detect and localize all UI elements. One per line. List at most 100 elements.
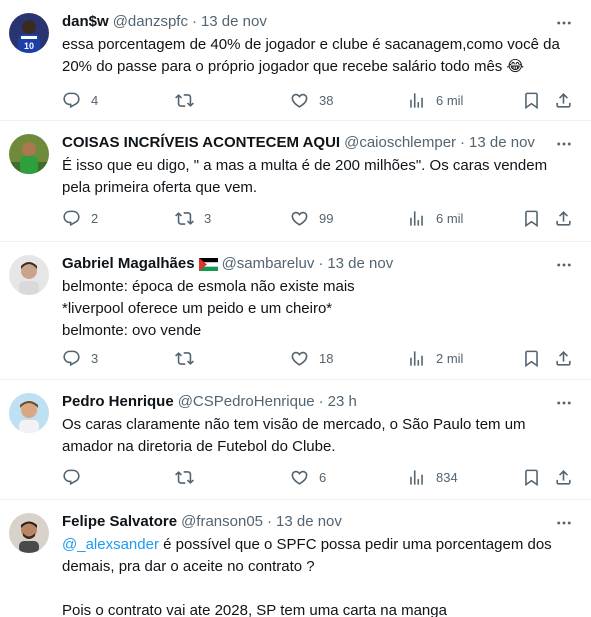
action-bar: 2 3 99 6 mil [62, 208, 581, 228]
share-button[interactable] [554, 90, 583, 110]
avatar[interactable] [9, 255, 49, 295]
more-dots-icon[interactable] [555, 394, 573, 412]
separator-dot: · [318, 393, 324, 410]
avatar[interactable] [9, 393, 49, 433]
tweet[interactable]: Felipe Salvatore @franson05 · 13 de nov … [0, 500, 591, 617]
reply-count: 3 [91, 350, 99, 366]
separator-dot: · [267, 513, 273, 530]
like-count: 6 [319, 469, 327, 485]
views-chart-icon [407, 349, 426, 368]
tweet-line: pela primeira oferta que vem. [62, 179, 258, 196]
like-button[interactable]: 99 [290, 208, 333, 228]
tweet[interactable]: COISAS INCRÍVEIS ACONTECEM AQUI @caiosch… [0, 121, 591, 242]
view-count: 2 mil [436, 350, 464, 366]
bookmark-button[interactable] [522, 90, 551, 110]
separator-dot: · [318, 255, 324, 272]
tweet[interactable]: Gabriel Magalhães @sambareluv · 13 de no… [0, 242, 591, 380]
share-button[interactable] [554, 348, 583, 368]
user-handle[interactable]: @franson05 [181, 512, 263, 532]
retweet-button[interactable] [175, 467, 204, 487]
avatar[interactable] [9, 513, 49, 553]
more-dots-icon[interactable] [555, 14, 573, 32]
reply-button[interactable]: 4 [62, 90, 98, 110]
tweet-header: dan$w @danzspfc · 13 de nov [62, 12, 577, 32]
heart-icon [290, 349, 309, 368]
bookmark-icon [522, 209, 541, 228]
view-count: 6 mil [436, 92, 464, 108]
user-handle[interactable]: @sambareluv [222, 254, 315, 274]
avatar[interactable]: 10 [9, 13, 49, 53]
like-button[interactable]: 6 [290, 467, 326, 487]
heart-icon [290, 468, 309, 487]
timestamp[interactable]: 13 de nov [276, 512, 342, 532]
bookmark-icon [522, 468, 541, 487]
reply-icon [62, 91, 81, 110]
views-button[interactable]: 6 mil [407, 208, 463, 228]
retweet-icon [175, 91, 194, 110]
display-name[interactable]: Pedro Henrique [62, 392, 174, 412]
retweet-button[interactable] [175, 348, 204, 368]
tweet-content: dan$w @danzspfc · 13 de nov essa porcent… [62, 12, 577, 78]
palestine-flag-icon [198, 257, 218, 271]
views-button[interactable]: 2 mil [407, 348, 463, 368]
tweet-text: belmonte: época de esmola não existe mai… [62, 276, 577, 342]
avatar[interactable] [9, 134, 49, 174]
share-button[interactable] [554, 208, 583, 228]
like-count: 99 [319, 210, 334, 226]
timestamp[interactable]: 13 de nov [327, 254, 393, 274]
more-dots-icon[interactable] [555, 514, 573, 532]
timestamp[interactable]: 23 h [328, 392, 357, 412]
bookmark-button[interactable] [522, 208, 551, 228]
display-name[interactable]: dan$w [62, 12, 109, 32]
retweet-count: 3 [204, 210, 212, 226]
timestamp[interactable]: 13 de nov [201, 12, 267, 32]
mention-link[interactable]: @_alexsander [62, 536, 159, 553]
svg-text:10: 10 [24, 41, 34, 51]
tweet-line [62, 578, 577, 600]
views-button[interactable]: 834 [407, 467, 458, 487]
tweet-line: Os caras claramente não tem visão de mer… [62, 416, 526, 433]
like-button[interactable]: 18 [290, 348, 333, 368]
bookmark-button[interactable] [522, 348, 551, 368]
reply-icon [62, 209, 81, 228]
reply-button[interactable] [62, 467, 91, 487]
action-bar: 4 38 6 mil [62, 90, 581, 110]
retweet-button[interactable] [175, 90, 204, 110]
views-button[interactable]: 6 mil [407, 90, 463, 110]
tweet[interactable]: Pedro Henrique @CSPedroHenrique · 23 h O… [0, 380, 591, 500]
tweet-content: Gabriel Magalhães @sambareluv · 13 de no… [62, 254, 577, 342]
action-bar: 6 834 [62, 467, 581, 487]
view-count: 834 [436, 469, 458, 485]
like-button[interactable]: 38 [290, 90, 333, 110]
tweet-text: Os caras claramente não tem visão de mer… [62, 414, 577, 458]
tweet-content: COISAS INCRÍVEIS ACONTECEM AQUI @caiosch… [62, 133, 577, 199]
share-icon [554, 209, 573, 228]
share-icon [554, 91, 573, 110]
heart-icon [290, 91, 309, 110]
reply-button[interactable]: 2 [62, 208, 98, 228]
display-name[interactable]: COISAS INCRÍVEIS ACONTECEM AQUI [62, 133, 340, 153]
share-button[interactable] [554, 467, 583, 487]
tweet-text: essa porcentagem de 40% de jogador e clu… [62, 34, 577, 78]
tweet[interactable]: 10 dan$w @danzspfc · 13 de nov essa porc… [0, 0, 591, 121]
tweet-line: amador na diretoria de Futebol do Clube. [62, 438, 336, 455]
like-count: 18 [319, 350, 334, 366]
retweet-icon [175, 209, 194, 228]
retweet-button[interactable]: 3 [175, 208, 211, 228]
more-dots-icon[interactable] [555, 135, 573, 153]
tweet-header: Gabriel Magalhães @sambareluv · 13 de no… [62, 254, 577, 274]
reply-count: 2 [91, 210, 99, 226]
user-handle[interactable]: @caioschlemper [344, 133, 456, 153]
display-name[interactable]: Felipe Salvatore [62, 512, 177, 532]
tweet-content: Felipe Salvatore @franson05 · 13 de nov … [62, 512, 577, 617]
user-handle[interactable]: @CSPedroHenrique [178, 392, 315, 412]
user-handle[interactable]: @danzspfc [113, 12, 188, 32]
tweet-line: demais, pra dar o aceite no contrato ? [62, 558, 315, 575]
share-icon [554, 468, 573, 487]
bookmark-button[interactable] [522, 467, 551, 487]
more-dots-icon[interactable] [555, 256, 573, 274]
tweet-header: Pedro Henrique @CSPedroHenrique · 23 h [62, 392, 577, 412]
timestamp[interactable]: 13 de nov [469, 133, 535, 153]
reply-button[interactable]: 3 [62, 348, 98, 368]
display-name[interactable]: Gabriel Magalhães [62, 254, 195, 274]
